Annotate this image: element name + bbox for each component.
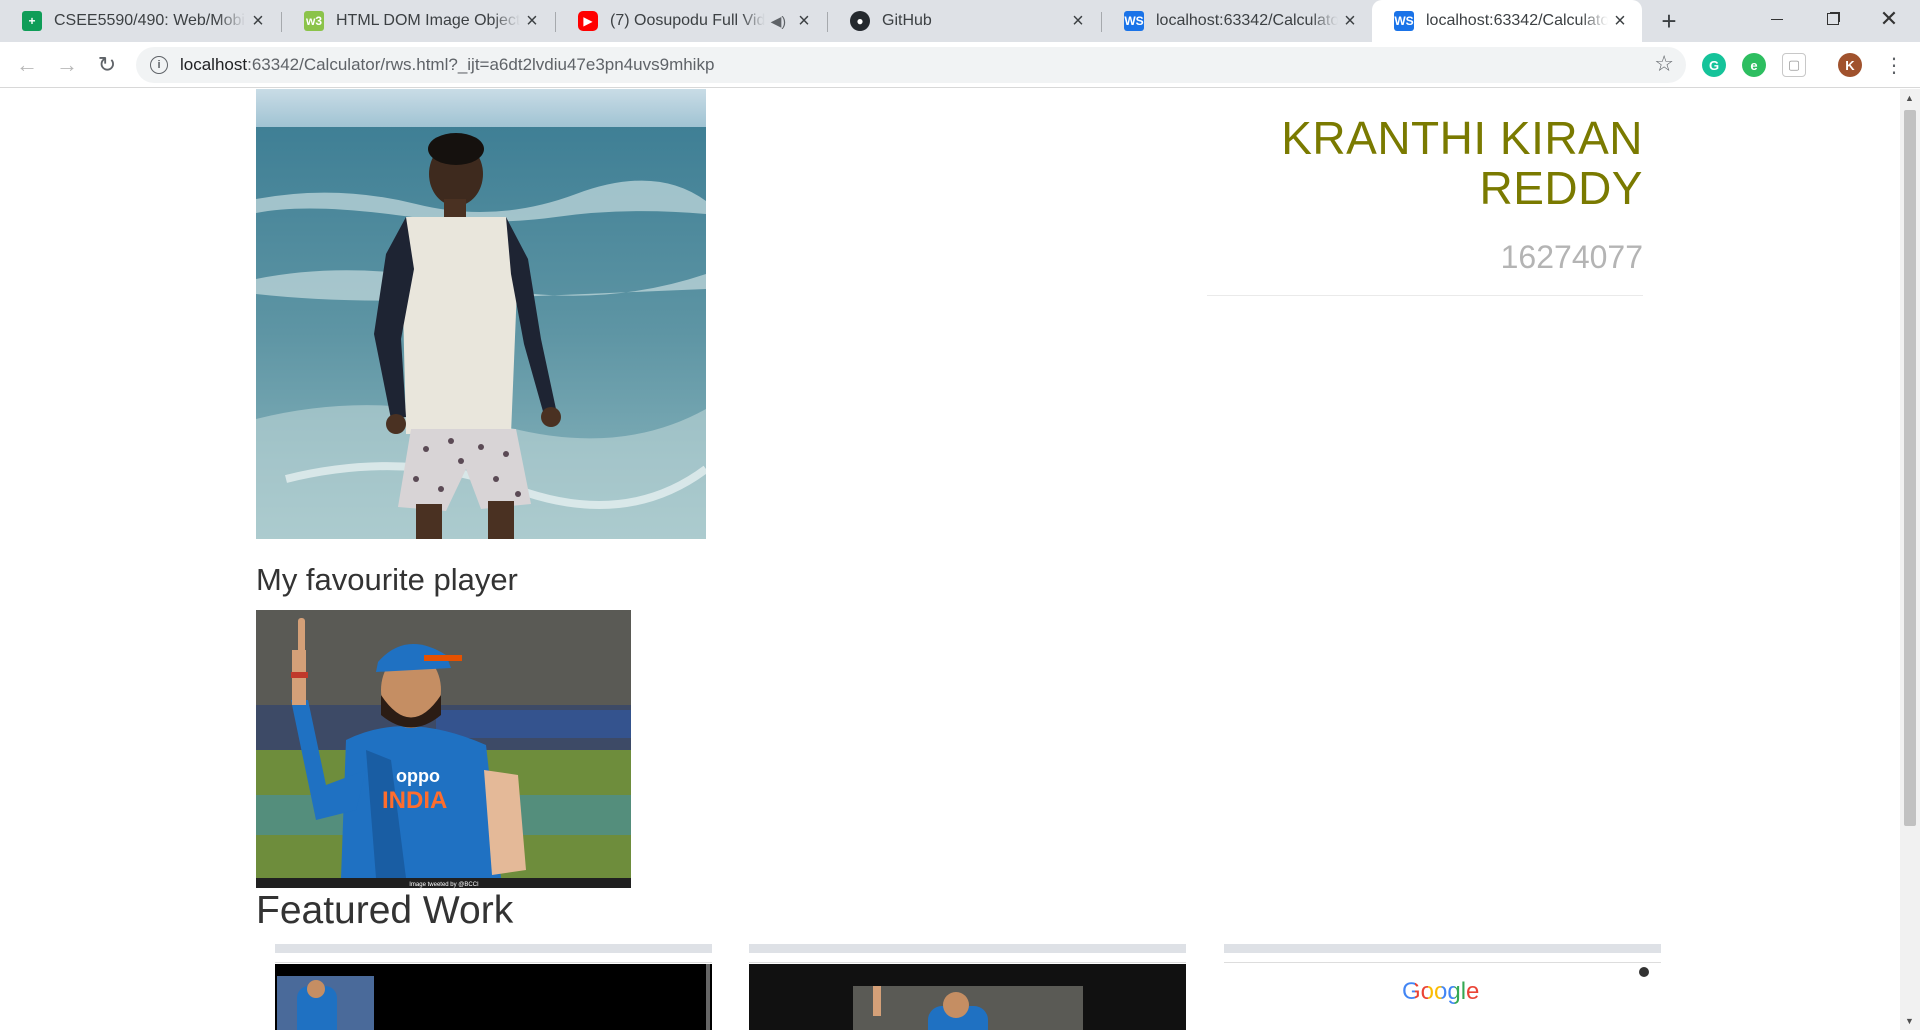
scroll-thumb[interactable] xyxy=(1904,110,1916,826)
tab-5[interactable]: WS localhost:63342/Calculator/n × xyxy=(1372,0,1642,42)
tab-title: (7) Oosupodu Full Video xyxy=(610,12,765,29)
tab-title: GitHub xyxy=(882,12,932,29)
name-block: KRANTHI KIRAN REDDY 16274077 xyxy=(1207,113,1643,276)
webstorm-icon: WS xyxy=(1394,11,1414,31)
tab-title: localhost:63342/Calculator/n xyxy=(1156,12,1338,29)
menu-button[interactable]: ⋮ xyxy=(1879,50,1909,80)
grammarly-icon[interactable]: G xyxy=(1702,53,1726,77)
arrow-right-icon: → xyxy=(56,52,78,77)
more-vert-icon: ⋮ xyxy=(1884,54,1904,77)
student-id: 16274077 xyxy=(1500,239,1643,275)
close-icon[interactable]: × xyxy=(246,9,270,33)
restore-button[interactable] xyxy=(1806,0,1860,38)
player-heading: My favourite player xyxy=(256,562,518,597)
github-icon: ● xyxy=(850,11,870,31)
close-icon[interactable]: × xyxy=(1066,9,1090,33)
url-host: localhost xyxy=(180,55,248,74)
student-name: KRANTHI KIRAN REDDY xyxy=(1281,112,1643,214)
close-icon[interactable]: × xyxy=(520,9,544,33)
w3schools-icon: w3 xyxy=(304,11,324,31)
svg-text:oppo: oppo xyxy=(396,766,440,786)
photo-credit: Image tweeted by @BCCI xyxy=(409,882,479,888)
minimize-icon xyxy=(1771,18,1783,20)
tab-3[interactable]: ● GitHub × xyxy=(828,0,1100,42)
url-path: :63342/Calculator/rws.html?_ijt=a6dt2lvd… xyxy=(247,55,715,74)
google-logo: Google xyxy=(1402,978,1480,1005)
divider xyxy=(1207,295,1643,296)
extension-icon[interactable]: ▢ xyxy=(1782,53,1806,77)
featured-thumbnail[interactable]: Google xyxy=(1224,944,1661,1030)
forward-button[interactable]: → xyxy=(52,50,82,80)
close-icon[interactable]: × xyxy=(792,9,816,33)
minimize-button[interactable] xyxy=(1750,0,1804,38)
scroll-down-icon[interactable]: ▼ xyxy=(1905,1016,1914,1026)
avatar[interactable]: K xyxy=(1838,53,1862,77)
info-icon[interactable]: i xyxy=(150,56,168,74)
featured-heading: Featured Work xyxy=(256,889,514,932)
tab-4[interactable]: WS localhost:63342/Calculator/n × xyxy=(1102,0,1372,42)
close-icon: ✕ xyxy=(1879,6,1899,31)
tab-title: localhost:63342/Calculator/n xyxy=(1426,12,1608,29)
close-icon[interactable]: × xyxy=(1608,9,1632,33)
tab-0[interactable]: + CSEE5590/490: Web/Mobile P × xyxy=(0,0,280,42)
featured-thumbnail[interactable] xyxy=(275,944,712,1030)
page-scrollbar[interactable]: ▲ ▼ xyxy=(1900,89,1920,1030)
svg-text:INDIA: INDIA xyxy=(382,787,447,814)
profile-photo xyxy=(256,89,706,539)
player-photo: Image tweeted by @BCCI oppo INDIA xyxy=(256,610,631,888)
featured-thumbnail[interactable] xyxy=(749,944,1186,1030)
tab-2[interactable]: ▶ (7) Oosupodu Full Video ◀) × xyxy=(556,0,826,42)
tab-title: HTML DOM Image Object xyxy=(336,12,520,29)
tab-1[interactable]: w3 HTML DOM Image Object × xyxy=(282,0,554,42)
reload-icon: ↻ xyxy=(97,52,117,77)
scroll-up-icon[interactable]: ▲ xyxy=(1905,93,1914,103)
sheets-icon: + xyxy=(22,11,42,31)
close-window-button[interactable]: ✕ xyxy=(1862,0,1916,38)
arrow-left-icon: ← xyxy=(16,52,38,77)
restore-icon xyxy=(1827,13,1839,25)
back-button[interactable]: ← xyxy=(12,50,42,80)
tab-strip: + CSEE5590/490: Web/Mobile P × w3 HTML D… xyxy=(0,0,1920,42)
star-icon[interactable]: ☆ xyxy=(1654,51,1674,77)
reload-button[interactable]: ↻ xyxy=(92,50,122,80)
close-icon[interactable]: × xyxy=(1338,9,1362,33)
youtube-icon: ▶ xyxy=(578,11,598,31)
address-bar[interactable]: i localhost:63342/Calculator/rws.html?_i… xyxy=(136,47,1686,83)
new-tab-button[interactable]: + xyxy=(1655,6,1683,36)
speaker-icon[interactable]: ◀) xyxy=(771,13,786,30)
tab-title: CSEE5590/490: Web/Mobile P xyxy=(54,12,246,29)
browser-toolbar: ← → ↻ i localhost:63342/Calculator/rws.h… xyxy=(0,42,1920,88)
page-viewport: KRANTHI KIRAN REDDY 16274077 My favourit… xyxy=(0,89,1900,1030)
webstorm-icon: WS xyxy=(1124,11,1144,31)
url-text[interactable]: localhost:63342/Calculator/rws.html?_ijt… xyxy=(180,55,714,75)
evernote-icon[interactable]: e xyxy=(1742,53,1766,77)
